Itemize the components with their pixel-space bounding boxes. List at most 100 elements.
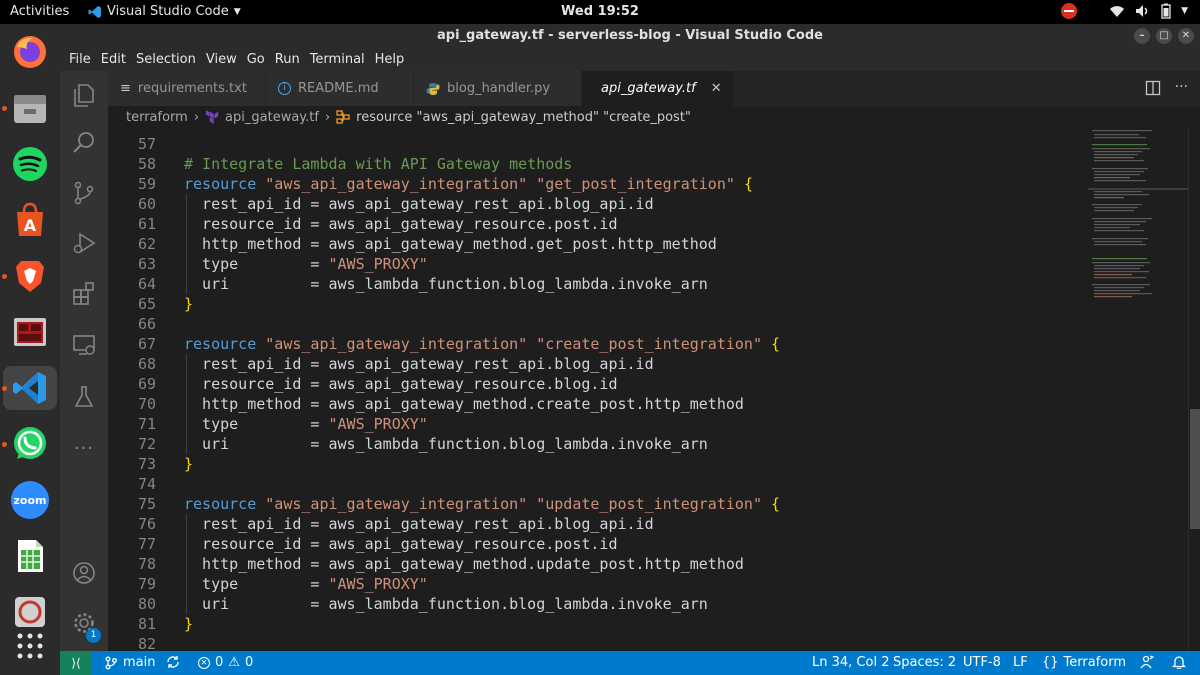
menu-terminal[interactable]: Terminal <box>305 52 370 67</box>
code-line[interactable]: 82 <box>108 634 1088 651</box>
language-mode[interactable]: {} Terraform <box>1042 655 1126 670</box>
status-bar: ⟩⟨ main ✕ 0 ⚠ 0 Ln 34, Col 2 Spaces: 2 U… <box>60 651 1200 675</box>
search-button[interactable] <box>60 121 108 165</box>
encoding[interactable]: UTF-8 <box>963 655 1001 670</box>
code-line[interactable]: 77 resource_id = aws_api_gateway_resourc… <box>108 534 1088 554</box>
dock-firefox[interactable] <box>8 30 52 74</box>
indent-guide <box>186 374 187 394</box>
code-line[interactable]: 68 rest_api_id = aws_api_gateway_rest_ap… <box>108 354 1088 374</box>
close-icon[interactable]: ✕ <box>1178 28 1194 44</box>
dock-vscode[interactable] <box>2 366 57 410</box>
tab-api-gateway[interactable]: api_gateway.tf ✕ <box>582 71 734 106</box>
remote-explorer-button[interactable] <box>60 323 108 367</box>
dock-app-grid[interactable] <box>8 624 52 668</box>
code-line[interactable]: 61 resource_id = aws_api_gateway_resourc… <box>108 214 1088 234</box>
breadcrumb-file[interactable]: api_gateway.tf <box>225 110 319 125</box>
system-tray[interactable]: ▼ <box>1061 3 1188 19</box>
more-actions-icon[interactable]: ··· <box>1175 80 1188 96</box>
testing-button[interactable] <box>60 375 108 419</box>
dock-software[interactable]: A <box>8 198 52 242</box>
split-editor-icon[interactable] <box>1145 80 1161 96</box>
dock-zoom[interactable]: zoom <box>8 478 52 522</box>
dock-spreadsheet[interactable] <box>8 534 52 578</box>
cursor-position[interactable]: Ln 34, Col 2 <box>812 655 889 670</box>
tab-requirements[interactable]: ≡ requirements.txt <box>108 71 266 106</box>
menu-go[interactable]: Go <box>242 52 270 67</box>
code-line[interactable]: 69 resource_id = aws_api_gateway_resourc… <box>108 374 1088 394</box>
code-line[interactable]: 73} <box>108 454 1088 474</box>
code-line[interactable]: 78 http_method = aws_api_gateway_method.… <box>108 554 1088 574</box>
problems-indicator[interactable]: ✕ 0 ⚠ 0 <box>198 655 253 670</box>
indent-guide <box>186 554 187 574</box>
sync-button[interactable] <box>166 655 180 669</box>
window-titlebar[interactable]: api_gateway.tf - serverless-blog - Visua… <box>60 24 1200 48</box>
code-line[interactable]: 66 <box>108 314 1088 334</box>
maximize-icon[interactable]: □ <box>1156 28 1172 44</box>
clock[interactable]: Wed 19:52 <box>0 4 1200 19</box>
code-line[interactable]: 70 http_method = aws_api_gateway_method.… <box>108 394 1088 414</box>
run-debug-button[interactable] <box>60 221 108 265</box>
breadcrumb-folder[interactable]: terraform <box>126 110 188 125</box>
dock-brave[interactable] <box>2 254 52 298</box>
code-line[interactable]: 59 resource "aws_api_gateway_integration"… <box>108 174 1088 194</box>
dock-spotify[interactable] <box>8 142 52 186</box>
code-line[interactable]: 64 uri = aws_lambda_function.blog_lambda… <box>108 274 1088 294</box>
do-not-disturb-icon[interactable] <box>1061 3 1078 19</box>
menu-run[interactable]: Run <box>270 52 305 67</box>
code-line[interactable]: 60 rest_api_id = aws_api_gateway_rest_ap… <box>108 194 1088 214</box>
line-number: 76 <box>137 515 156 533</box>
source-control-button[interactable] <box>60 171 108 215</box>
code-editor[interactable]: 57 58 # Integrate Lambda with API Gateway … <box>108 128 1088 651</box>
indent-guide <box>186 394 187 414</box>
menu-edit[interactable]: Edit <box>96 52 131 67</box>
code-line[interactable]: 81} <box>108 614 1088 634</box>
code-token: type = <box>184 575 329 593</box>
explorer-button[interactable] <box>60 73 108 117</box>
code-line[interactable]: 72 uri = aws_lambda_function.blog_lambda… <box>108 434 1088 454</box>
dock-whatsapp[interactable] <box>2 422 52 466</box>
menu-help[interactable]: Help <box>370 52 410 67</box>
minimap[interactable] <box>1088 128 1188 651</box>
breadcrumb-symbol[interactable]: resource "aws_api_gateway_method" "creat… <box>356 110 691 125</box>
accounts-button[interactable] <box>60 551 108 595</box>
menu-selection[interactable]: Selection <box>131 52 201 67</box>
code-line[interactable]: 57 <box>108 134 1088 154</box>
live-share-button[interactable] <box>1140 655 1154 669</box>
dock-files[interactable] <box>2 86 52 130</box>
code-line[interactable]: 63 type = "AWS_PROXY" <box>108 254 1088 274</box>
code-line[interactable]: 65} <box>108 294 1088 314</box>
menu-file[interactable]: File <box>64 52 96 67</box>
code-line[interactable]: 74 <box>108 474 1088 494</box>
code-line[interactable]: 79 type = "AWS_PROXY" <box>108 574 1088 594</box>
manage-button[interactable]: 1 <box>60 601 108 645</box>
code-line[interactable]: 58 # Integrate Lambda with API Gateway me… <box>108 154 1088 174</box>
spotify-icon <box>13 147 47 181</box>
code-line[interactable]: 71 type = "AWS_PROXY" <box>108 414 1088 434</box>
minimize-icon[interactable]: – <box>1134 28 1150 44</box>
branch-indicator[interactable]: main <box>104 655 155 670</box>
tab-readme[interactable]: i README.md <box>266 71 414 106</box>
terraform-icon <box>205 110 219 124</box>
end-of-line[interactable]: LF <box>1013 655 1028 670</box>
power-menu-icon[interactable]: ▼ <box>1181 6 1188 16</box>
code-line[interactable]: 80 uri = aws_lambda_function.blog_lambda… <box>108 594 1088 614</box>
line-number: 62 <box>137 235 156 253</box>
software-icon: A <box>17 202 43 236</box>
window-controls: – □ ✕ <box>1134 28 1194 44</box>
notifications-button[interactable] <box>1172 655 1186 669</box>
code-line[interactable]: 76 rest_api_id = aws_api_gateway_rest_ap… <box>108 514 1088 534</box>
code-line[interactable]: 62 http_method = aws_api_gateway_method.… <box>108 234 1088 254</box>
close-icon[interactable]: ✕ <box>711 81 722 96</box>
code-line[interactable]: 67 resource "aws_api_gateway_integration"… <box>108 334 1088 354</box>
menu-view[interactable]: View <box>201 52 242 67</box>
tab-blog-handler[interactable]: blog_handler.py <box>414 71 582 106</box>
extensions-button[interactable] <box>60 271 108 315</box>
vertical-scrollbar[interactable] <box>1188 128 1200 651</box>
dock-terminal-app[interactable] <box>8 310 52 354</box>
indentation[interactable]: Spaces: 2 <box>893 655 956 670</box>
indent-guide <box>186 214 187 234</box>
remote-indicator[interactable]: ⟩⟨ <box>60 651 92 675</box>
scrollbar-thumb[interactable] <box>1190 409 1200 529</box>
more-views-button[interactable]: ··· <box>60 426 108 470</box>
code-line[interactable]: 75 resource "aws_api_gateway_integration"… <box>108 494 1088 514</box>
